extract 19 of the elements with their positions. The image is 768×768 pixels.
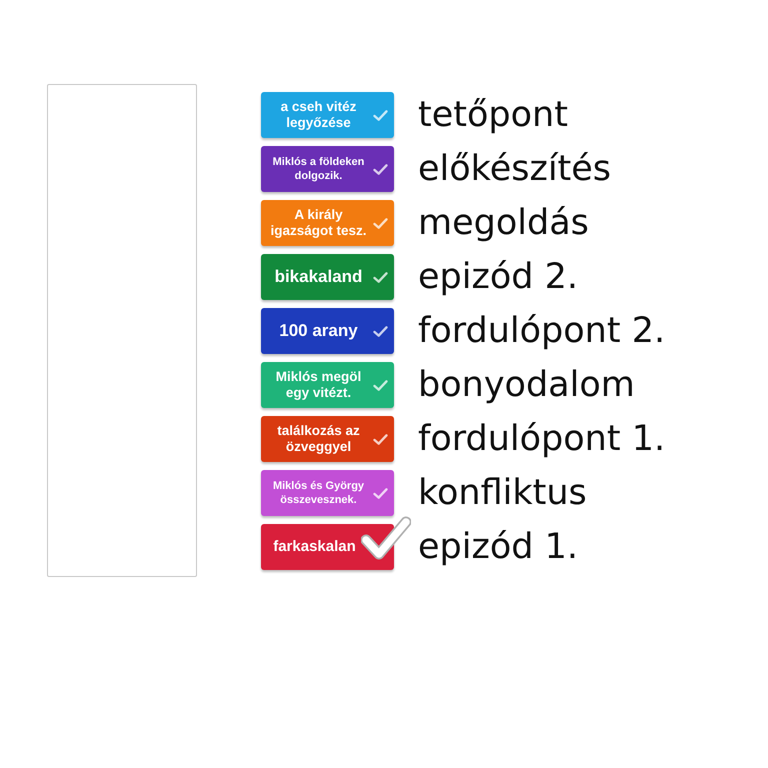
word-card[interactable]: találkozás az özveggyel [261,416,394,462]
target-label: előkészítés [418,148,612,191]
word-card[interactable]: Miklós megöl egy vitézt. [261,362,394,408]
target-label: epizód 2. [418,256,579,299]
word-card[interactable]: bikakaland [261,254,394,300]
target-label: tetőpont [418,94,569,137]
word-card[interactable]: 100 arany [261,308,394,354]
word-card[interactable]: A király igazságot tesz. [261,200,394,246]
word-card[interactable]: Miklós a földeken dolgozik. [261,146,394,192]
word-card[interactable]: Miklós és György összevesznek. [261,470,394,516]
target-label: fordulópont 1. [418,418,666,461]
word-card[interactable]: a cseh vitéz legyőzése [261,92,394,138]
target-label: epizód 1. [418,526,579,569]
target-label: fordulópont 2. [418,310,666,353]
target-label: bonyodalom [418,364,636,407]
word-card[interactable]: farkaskalan [261,524,394,570]
target-label: konfliktus [418,472,588,515]
target-label: megoldás [418,202,590,245]
drop-area[interactable] [47,84,197,577]
